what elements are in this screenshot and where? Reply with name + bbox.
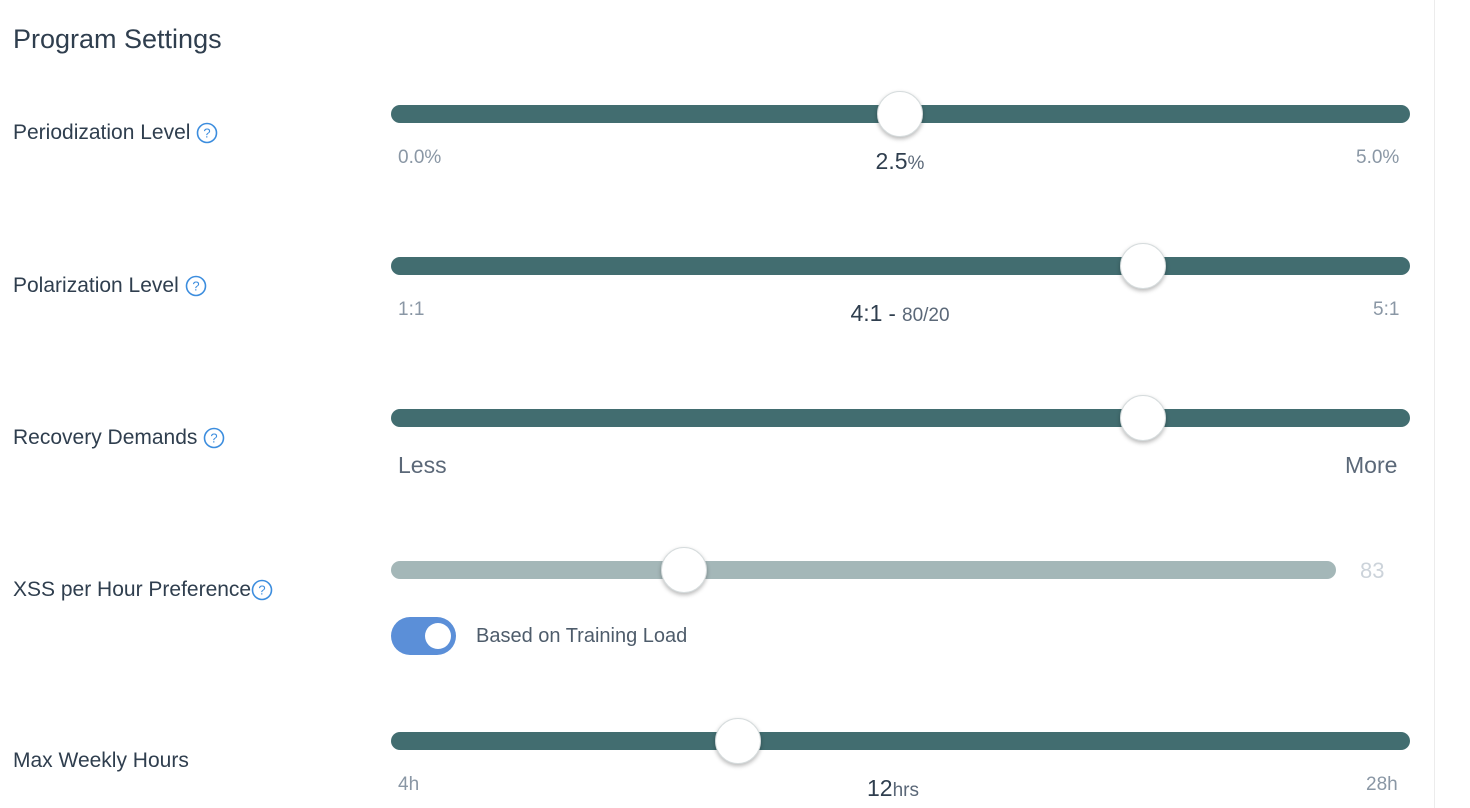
polarization-label-row: Polarization Level ? — [13, 274, 207, 298]
xss-value: 83 — [1360, 558, 1385, 583]
periodization-label-row: Periodization Level ? — [13, 121, 218, 145]
recovery-slider-track[interactable] — [391, 409, 1410, 427]
periodization-value: 2.5% — [876, 148, 925, 175]
max-hours-label-row: Max Weekly Hours — [13, 749, 189, 773]
toggle-knob — [425, 623, 451, 649]
periodization-max-label: 5.0% — [1356, 147, 1400, 168]
periodization-value-number: 2.5 — [875, 148, 908, 174]
max-hours-slider-track[interactable] — [391, 732, 1410, 750]
max-hours-min-label: 4h — [398, 774, 420, 795]
max-hours-label: Max Weekly Hours — [13, 749, 189, 772]
question-circle-icon[interactable]: ? — [185, 275, 207, 297]
recovery-label: Recovery Demands — [13, 426, 198, 449]
periodization-label: Periodization Level — [13, 121, 191, 144]
polarization-value-ratio: 4:1 — [850, 300, 883, 326]
max-hours-value-unit: hrs — [892, 780, 919, 801]
polarization-value-detail: 80/20 — [902, 305, 950, 326]
periodization-slider-thumb[interactable] — [877, 91, 923, 137]
xss-slider-track — [391, 561, 1336, 579]
periodization-value-unit: % — [907, 153, 925, 174]
panel-right-border — [1434, 0, 1435, 808]
polarization-slider-thumb[interactable] — [1120, 243, 1166, 289]
recovery-max-label: More — [1345, 452, 1398, 478]
polarization-min-label: 1:1 — [398, 299, 425, 320]
recovery-label-row: Recovery Demands ? — [13, 426, 225, 450]
training-load-toggle-label: Based on Training Load — [476, 625, 688, 647]
max-hours-slider-thumb[interactable] — [715, 718, 761, 764]
training-load-toggle[interactable] — [391, 617, 456, 655]
max-hours-value-number: 12 — [867, 775, 893, 801]
max-hours-value: 12hrs — [867, 775, 919, 802]
xss-label-row: XSS per Hour Preference ? — [13, 578, 273, 602]
svg-text:?: ? — [204, 126, 211, 141]
svg-text:?: ? — [211, 431, 218, 446]
periodization-min-label: 0.0% — [398, 147, 442, 168]
xss-slider-thumb — [661, 547, 707, 593]
svg-text:?: ? — [192, 279, 199, 294]
polarization-label: Polarization Level — [13, 274, 179, 297]
max-hours-max-label: 28h — [1366, 774, 1398, 795]
svg-text:?: ? — [259, 583, 266, 598]
recovery-slider-thumb[interactable] — [1120, 395, 1166, 441]
polarization-max-label: 5:1 — [1373, 299, 1400, 320]
question-circle-icon[interactable]: ? — [203, 427, 225, 449]
polarization-value-separator: - — [882, 301, 902, 326]
polarization-value: 4:1 - 80/20 — [850, 300, 949, 327]
question-circle-icon[interactable]: ? — [251, 579, 273, 601]
page-title: Program Settings — [13, 24, 222, 54]
xss-label: XSS per Hour Preference — [13, 578, 252, 601]
recovery-min-label: Less — [398, 452, 447, 478]
question-circle-icon[interactable]: ? — [196, 122, 218, 144]
polarization-slider-track[interactable] — [391, 257, 1410, 275]
